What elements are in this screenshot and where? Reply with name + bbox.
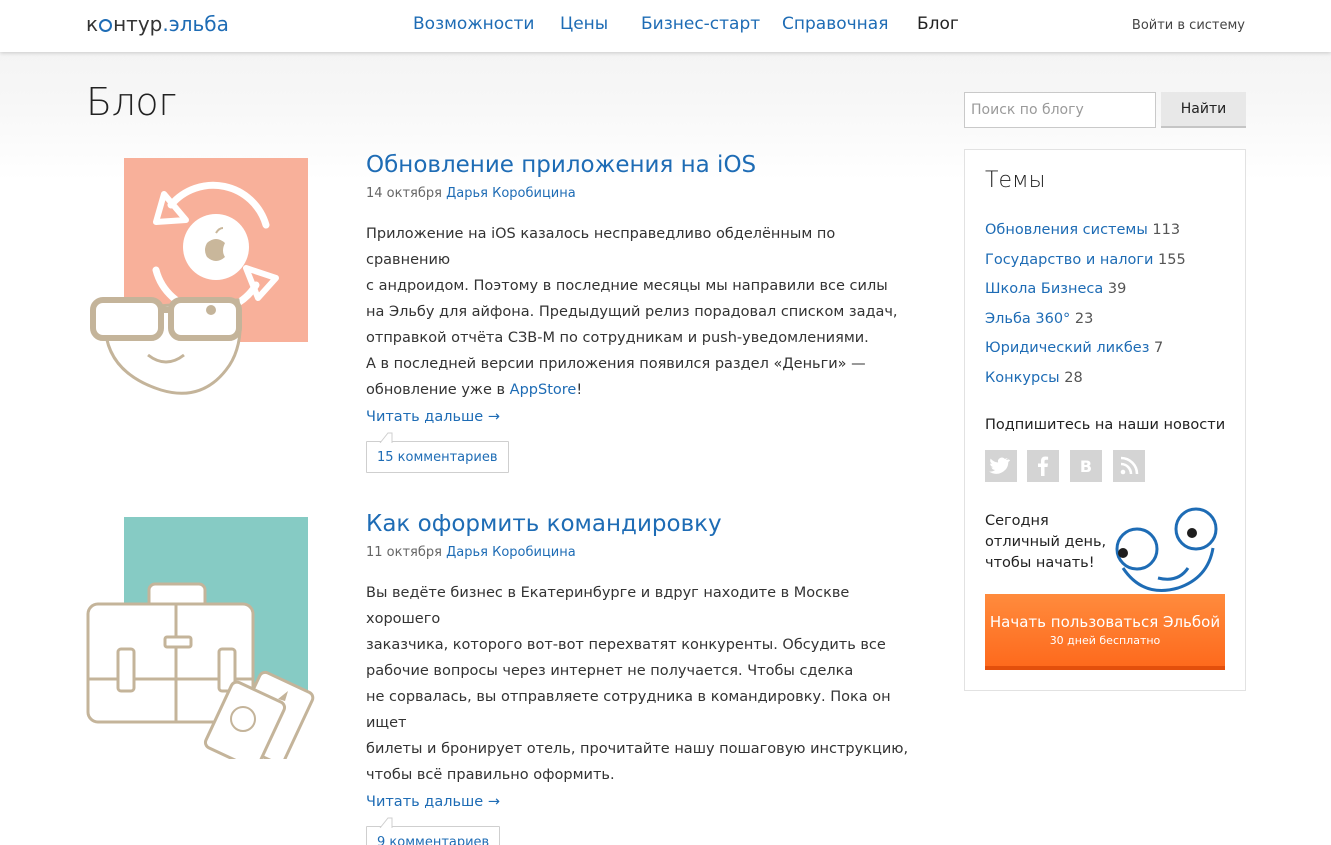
topic-link[interactable]: Конкурсы <box>985 370 1060 386</box>
subscribe-title: Подпишитесь на наши новости <box>985 417 1226 433</box>
comments-button[interactable]: 9 комментариев <box>366 826 501 845</box>
topic-item: Обновления системы 113 <box>985 222 1186 252</box>
topic-link[interactable]: Юридический ликбез <box>985 340 1149 356</box>
blog-post: Как оформить командировку 11 октября Дар… <box>86 509 916 845</box>
logo-part-1: к <box>86 12 99 36</box>
topic-count: 7 <box>1154 340 1164 357</box>
topic-item: Конкурсы 28 <box>985 370 1186 400</box>
cta-main-label: Начать пользоваться Эльбой <box>989 613 1221 631</box>
logo-part-2: нтур <box>113 12 163 36</box>
blog-post: Обновление приложения на iOS 14 октября … <box>86 150 916 473</box>
search-button[interactable]: Найти <box>1161 92 1246 128</box>
blog-search-input[interactable] <box>964 92 1156 128</box>
post-meta: 11 октября Дарья Коробицина <box>366 545 916 560</box>
logo-o-ring <box>99 19 113 32</box>
svg-text:B: B <box>1080 457 1092 476</box>
post-excerpt: Вы ведёте бизнес в Екатеринбурге и вдруг… <box>366 580 916 788</box>
post-body: Как оформить командировку 11 октября Дар… <box>366 509 916 845</box>
comment-tail-icon <box>379 432 393 443</box>
topic-link[interactable]: Обновления системы <box>985 222 1148 238</box>
nav-item-prices[interactable]: Цены <box>560 14 608 34</box>
nav-item-business-start[interactable]: Бизнес-старт <box>641 14 760 34</box>
ios-update-illustration[interactable] <box>86 150 316 395</box>
post-author-link[interactable]: Дарья Коробицина <box>446 545 576 560</box>
business-trip-illustration[interactable] <box>86 509 316 770</box>
kontur-elba-logo[interactable]: к нтур.эльба <box>86 12 229 36</box>
appstore-link[interactable]: AppStore <box>510 382 577 398</box>
page-title: Блог <box>86 80 177 124</box>
post-excerpt-end: ! <box>576 382 583 398</box>
topic-count: 113 <box>1152 222 1181 238</box>
post-meta: 14 октября Дарья Коробицина <box>366 186 916 201</box>
topic-item: Юридический ликбез 7 <box>985 340 1186 370</box>
post-title-link[interactable]: Как оформить командировку <box>366 509 916 539</box>
topic-item: Государство и налоги 155 <box>985 252 1186 282</box>
nav-item-help[interactable]: Справочная <box>782 14 888 34</box>
post-body: Обновление приложения на iOS 14 октября … <box>366 150 916 473</box>
topic-item: Эльба 360° 23 <box>985 311 1186 341</box>
post-author-link[interactable]: Дарья Коробицина <box>446 186 576 201</box>
topic-link[interactable]: Государство и налоги <box>985 252 1153 268</box>
post-excerpt-text: Вы ведёте бизнес в Екатеринбурге и вдруг… <box>366 585 909 783</box>
topic-link[interactable]: Школа Бизнеса <box>985 281 1103 297</box>
comments-wrap: 9 комментариев <box>366 817 916 845</box>
topic-count: 23 <box>1074 310 1094 327</box>
topic-count: 155 <box>1158 251 1186 268</box>
topics-title: Темы <box>985 168 1046 193</box>
top-navbar: к нтур.эльба Возможности Цены Бизнес-стар… <box>0 0 1331 52</box>
apple-logo-icon <box>205 239 225 261</box>
twitter-icon[interactable] <box>985 450 1017 482</box>
post-date: 14 октября <box>366 186 442 201</box>
nav-item-features[interactable]: Возможности <box>413 14 534 34</box>
topic-item: Школа Бизнеса 39 <box>985 281 1186 311</box>
start-using-elba-button[interactable]: Начать пользоваться Эльбой 30 дней беспл… <box>985 594 1225 670</box>
logo-part-3: .эльба <box>162 12 229 36</box>
login-link[interactable]: Войти в систему <box>1132 18 1245 33</box>
comment-tail-icon <box>379 817 393 828</box>
post-title-link[interactable]: Обновление приложения на iOS <box>366 150 916 180</box>
read-more-link[interactable]: Читать дальше → <box>366 409 500 425</box>
topic-link[interactable]: Эльба 360° <box>985 311 1070 327</box>
topics-list: Обновления системы 113 Государство и нал… <box>985 222 1186 400</box>
post-date: 11 октября <box>366 545 442 560</box>
post-excerpt: Приложение на iOS казалось несправедливо… <box>366 221 916 403</box>
sidebar: Темы Обновления системы 113 Государство … <box>964 149 1246 691</box>
mascot-illustration <box>1115 507 1218 592</box>
topic-count: 28 <box>1064 369 1083 386</box>
vk-icon[interactable]: B <box>1070 450 1102 482</box>
rss-icon[interactable] <box>1113 450 1145 482</box>
cta-sub-label: 30 дней бесплатно <box>1049 634 1161 647</box>
comments-wrap: 15 комментариев <box>366 432 916 473</box>
comments-button[interactable]: 15 комментариев <box>366 441 509 473</box>
topic-count: 39 <box>1107 281 1127 298</box>
promo-text: Сегодня отличный день, чтобы начать! <box>985 513 1107 571</box>
nav-item-blog[interactable]: Блог <box>917 14 959 34</box>
post-excerpt-text: Приложение на iOS казалось несправедливо… <box>366 226 898 398</box>
read-more-link[interactable]: Читать дальше → <box>366 794 500 810</box>
facebook-icon[interactable] <box>1027 450 1059 482</box>
